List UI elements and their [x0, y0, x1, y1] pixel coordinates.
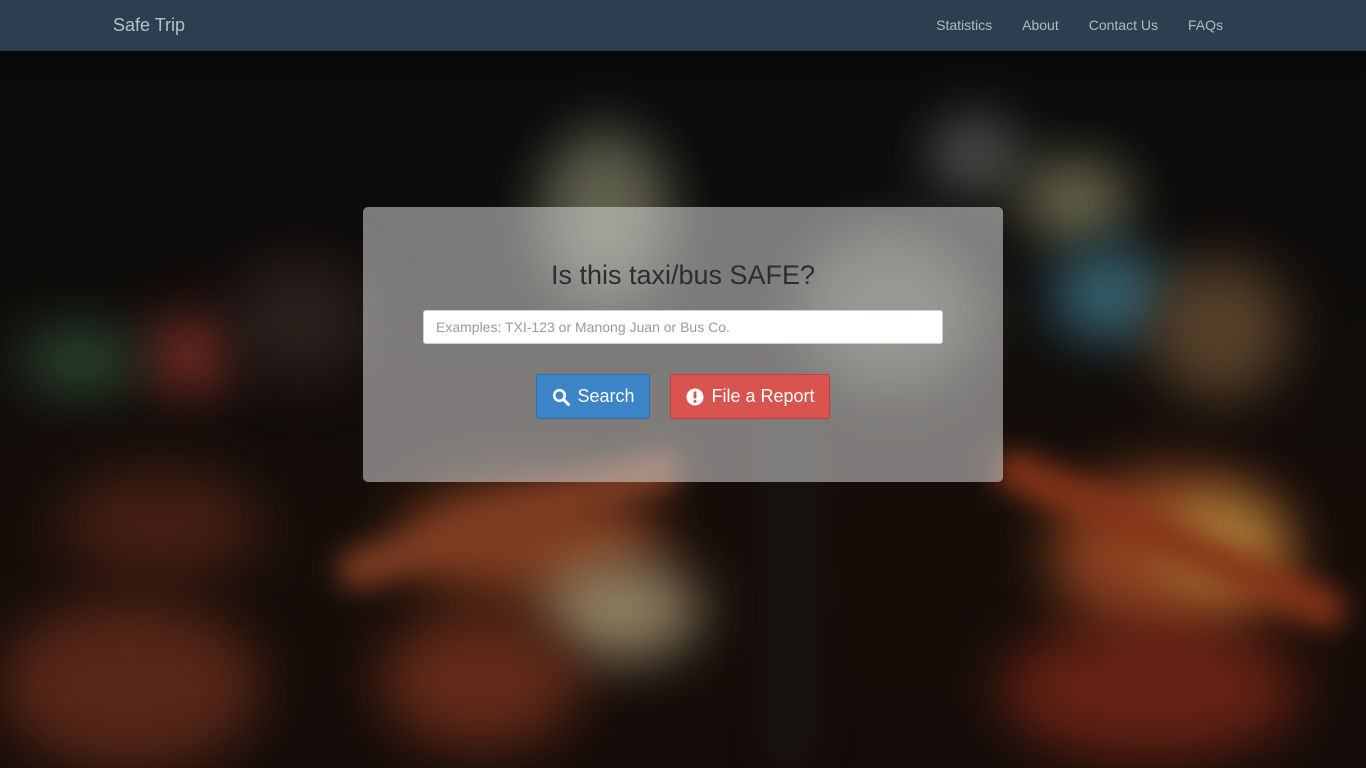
nav-item-statistics: Statistics — [921, 0, 1007, 50]
nav-link-statistics[interactable]: Statistics — [921, 0, 1007, 50]
nav-links: Statistics About Contact Us FAQs — [921, 0, 1238, 50]
page-title: Is this taxi/bus SAFE? — [550, 260, 816, 290]
nav-item-faqs: FAQs — [1173, 0, 1238, 50]
nav-item-contact-us: Contact Us — [1074, 0, 1173, 50]
brand-link[interactable]: Safe Trip — [113, 14, 185, 36]
nav-link-about[interactable]: About — [1007, 0, 1074, 50]
nav-item-about: About — [1007, 0, 1074, 50]
nav-link-contact-us[interactable]: Contact Us — [1074, 0, 1173, 50]
search-input[interactable] — [423, 310, 943, 344]
nav-link-faqs[interactable]: FAQs — [1173, 0, 1238, 50]
file-report-button[interactable]: File a Report — [670, 374, 830, 419]
search-button[interactable]: Search — [536, 374, 650, 419]
search-panel: Is this taxi/bus SAFE? Search File a Rep… — [363, 207, 1003, 482]
search-button-label: Search — [577, 386, 635, 406]
navbar: Safe Trip Statistics About Contact Us FA… — [0, 0, 1366, 51]
exclamation-circle-icon — [685, 387, 705, 407]
file-report-button-label: File a Report — [711, 386, 815, 406]
search-icon — [551, 387, 571, 407]
